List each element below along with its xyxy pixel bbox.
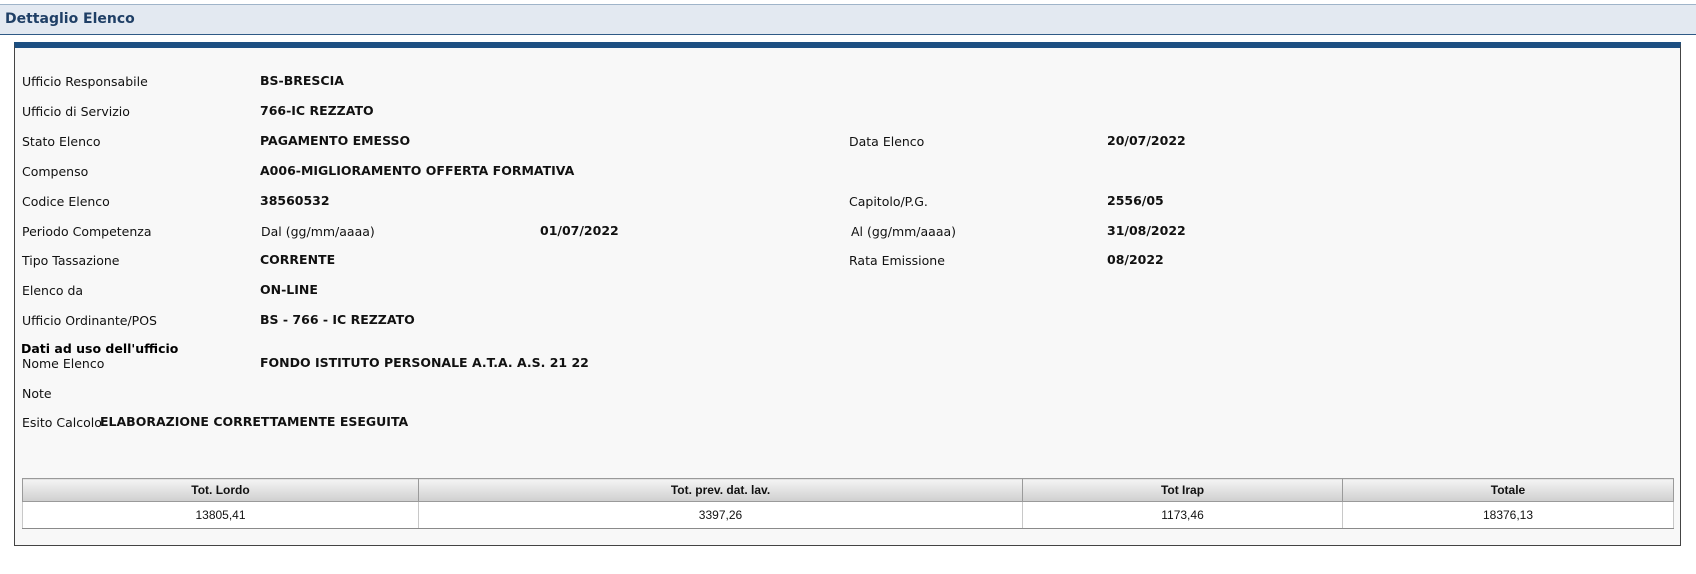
detail-panel: Ufficio Responsabile BS-BRESCIA Ufficio … (14, 42, 1681, 546)
value-compenso: A006-MIGLIORAMENTO OFFERTA FORMATIVA (260, 163, 575, 178)
value-codice-elenco: 38560532 (260, 193, 330, 208)
value-stato-elenco: PAGAMENTO EMESSO (260, 133, 411, 148)
label-ufficio-ordinante: Ufficio Ordinante/POS (22, 313, 157, 328)
value-periodo-dal: 01/07/2022 (540, 223, 619, 238)
cell-tot-prev: 3397,26 (418, 501, 1023, 529)
label-compenso: Compenso (22, 164, 89, 179)
label-rata-emissione: Rata Emissione (849, 253, 945, 268)
page-header: Dettaglio Elenco (0, 4, 1696, 35)
value-tipo-tassazione: CORRENTE (260, 252, 336, 267)
label-codice-elenco: Codice Elenco (22, 194, 110, 209)
totals-header-row: Tot. Lordo Tot. prev. dat. lav. Tot Irap… (22, 478, 1674, 502)
value-esito-calcolo: ELABORAZIONE CORRETTAMENTE ESEGUITA (100, 414, 409, 429)
label-elenco-da: Elenco da (22, 283, 84, 298)
col-header-tot-lordo: Tot. Lordo (22, 478, 419, 502)
table-row: 13805,41 3397,26 1173,46 18376,13 (22, 501, 1674, 529)
col-header-totale: Totale (1342, 478, 1674, 502)
value-capitolo: 2556/05 (1107, 193, 1164, 208)
value-rata-emissione: 08/2022 (1107, 252, 1164, 267)
value-periodo-al: 31/08/2022 (1107, 223, 1186, 238)
cell-totale: 18376,13 (1342, 501, 1674, 529)
label-periodo-competenza: Periodo Competenza (22, 224, 152, 239)
section-dati-ufficio: Dati ad uso dell'ufficio (21, 341, 179, 356)
page-title: Dettaglio Elenco (5, 11, 135, 27)
label-nome-elenco: Nome Elenco (22, 356, 105, 371)
label-data-elenco: Data Elenco (849, 134, 925, 149)
label-esito-calcolo: Esito Calcolo (22, 415, 102, 430)
value-elenco-da: ON-LINE (260, 282, 318, 297)
value-data-elenco: 20/07/2022 (1107, 133, 1186, 148)
label-stato-elenco: Stato Elenco (22, 134, 101, 149)
label-periodo-dal: Dal (gg/mm/aaaa) (261, 224, 375, 239)
value-ufficio-ordinante: BS - 766 - IC REZZATO (260, 312, 415, 327)
label-capitolo: Capitolo/P.G. (849, 194, 928, 209)
label-note: Note (22, 386, 52, 401)
value-ufficio-responsabile: BS-BRESCIA (260, 73, 344, 88)
value-nome-elenco: FONDO ISTITUTO PERSONALE A.T.A. A.S. 21 … (260, 355, 589, 370)
col-header-tot-irap: Tot Irap (1022, 478, 1343, 502)
col-header-tot-prev: Tot. prev. dat. lav. (418, 478, 1023, 502)
cell-tot-lordo: 13805,41 (22, 501, 419, 529)
totals-table: Tot. Lordo Tot. prev. dat. lav. Tot Irap… (22, 478, 1674, 529)
label-ufficio-servizio: Ufficio di Servizio (22, 104, 130, 119)
label-tipo-tassazione: Tipo Tassazione (22, 253, 120, 268)
label-periodo-al: Al (gg/mm/aaaa) (851, 224, 957, 239)
label-ufficio-responsabile: Ufficio Responsabile (22, 74, 148, 89)
cell-tot-irap: 1173,46 (1022, 501, 1343, 529)
value-ufficio-servizio: 766-IC REZZATO (260, 103, 374, 118)
